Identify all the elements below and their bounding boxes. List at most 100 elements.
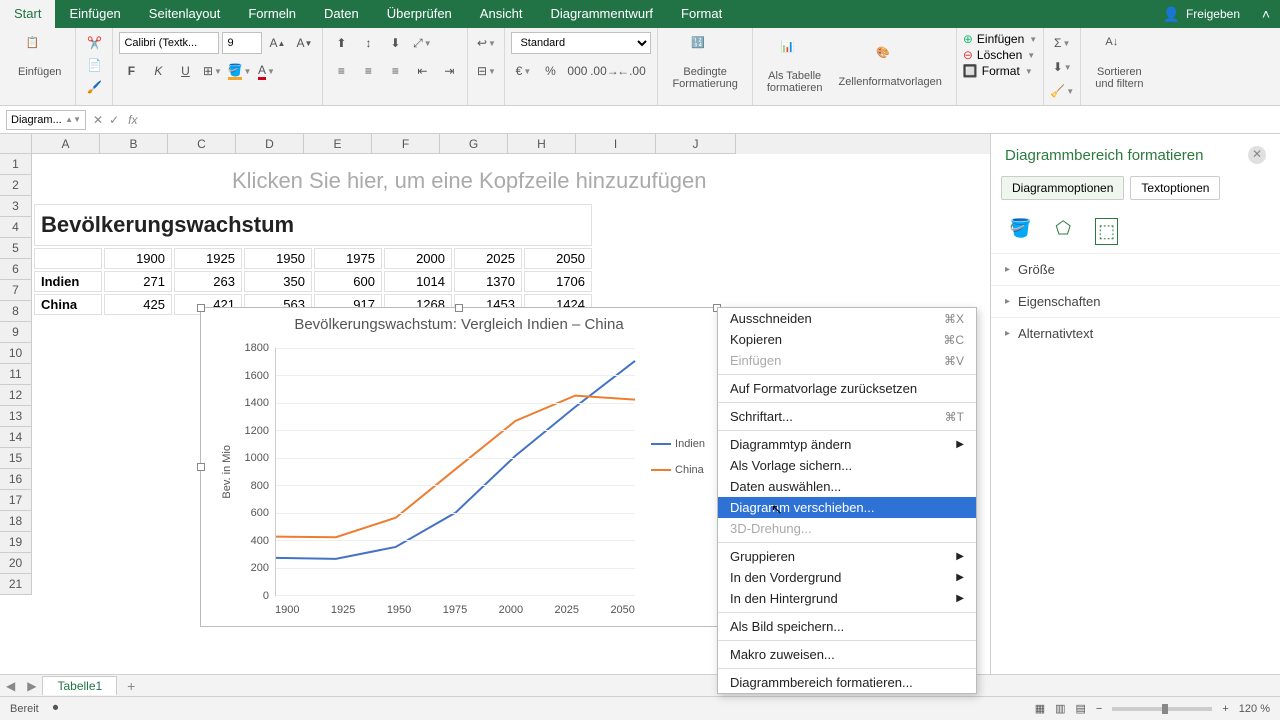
menu-item[interactable]: Kopieren⌘C bbox=[718, 329, 976, 350]
tab-chart-options[interactable]: Diagrammoptionen bbox=[1001, 176, 1124, 200]
menu-item[interactable]: Makro zuweisen... bbox=[718, 644, 976, 665]
sort-filter-button[interactable]: A↓Sortieren und filtern bbox=[1087, 32, 1151, 94]
row-header-17[interactable]: 17 bbox=[0, 490, 32, 511]
legend-item[interactable]: Indien bbox=[651, 438, 705, 450]
italic-button[interactable]: K bbox=[146, 60, 170, 82]
row-header-16[interactable]: 16 bbox=[0, 469, 32, 490]
menu-item[interactable]: Ausschneiden⌘X bbox=[718, 308, 976, 329]
conditional-formatting-button[interactable]: 🔢Bedingte Formatierung bbox=[664, 32, 745, 94]
orientation-icon[interactable]: ⤢▼ bbox=[410, 32, 434, 54]
col-header-B[interactable]: B bbox=[100, 134, 168, 154]
col-header-G[interactable]: G bbox=[440, 134, 508, 154]
row-header-11[interactable]: 11 bbox=[0, 364, 32, 385]
confirm-icon[interactable]: ✓ bbox=[109, 113, 119, 127]
col-header-E[interactable]: E bbox=[304, 134, 372, 154]
menu-item[interactable]: Diagrammtyp ändern▶ bbox=[718, 434, 976, 455]
autosum-icon[interactable]: Σ▼ bbox=[1050, 32, 1074, 54]
menu-item[interactable]: Als Bild speichern... bbox=[718, 616, 976, 637]
row-header-2[interactable]: 2 bbox=[0, 175, 32, 196]
ribbon-tab-daten[interactable]: Daten bbox=[310, 0, 373, 28]
row-header-20[interactable]: 20 bbox=[0, 553, 32, 574]
zoom-slider[interactable] bbox=[1112, 707, 1212, 711]
insert-cells-button[interactable]: ⊕Einfügen▼ bbox=[963, 32, 1037, 46]
zoom-out-icon[interactable]: − bbox=[1096, 703, 1102, 715]
fill-color-button[interactable]: 🪣▼ bbox=[227, 60, 251, 82]
prev-sheet-icon[interactable]: ◀ bbox=[0, 679, 21, 693]
menu-item[interactable]: Auf Formatvorlage zurücksetzen bbox=[718, 378, 976, 399]
menu-item[interactable]: In den Vordergrund▶ bbox=[718, 567, 976, 588]
menu-item[interactable]: Als Vorlage sichern... bbox=[718, 455, 976, 476]
add-sheet-icon[interactable]: + bbox=[117, 678, 145, 694]
row-header-12[interactable]: 12 bbox=[0, 385, 32, 406]
align-top-icon[interactable]: ⬆ bbox=[329, 32, 353, 54]
col-header-D[interactable]: D bbox=[236, 134, 304, 154]
row-header-14[interactable]: 14 bbox=[0, 427, 32, 448]
paste-button[interactable]: 📋 Einfügen bbox=[10, 32, 69, 82]
formula-input[interactable] bbox=[143, 110, 1280, 130]
row-header-13[interactable]: 13 bbox=[0, 406, 32, 427]
format-painter-icon[interactable]: 🖌️ bbox=[82, 76, 106, 98]
size-properties-icon[interactable]: ⬚ bbox=[1095, 218, 1118, 245]
row-header-19[interactable]: 19 bbox=[0, 532, 32, 553]
view-normal-icon[interactable]: ▦ bbox=[1035, 702, 1045, 715]
collapse-ribbon-icon[interactable]: ˄ bbox=[1262, 6, 1270, 22]
increase-indent-icon[interactable]: ⇥ bbox=[437, 60, 461, 82]
merge-cells-icon[interactable]: ⊟▼ bbox=[474, 60, 498, 82]
clear-icon[interactable]: 🧹▼ bbox=[1050, 80, 1074, 102]
view-page-break-icon[interactable]: ▤ bbox=[1076, 702, 1086, 715]
col-header-A[interactable]: A bbox=[32, 134, 100, 154]
decrease-decimal-icon[interactable]: ←.00 bbox=[619, 60, 643, 82]
fill-icon[interactable]: ⬇▼ bbox=[1050, 56, 1074, 78]
row-header-21[interactable]: 21 bbox=[0, 574, 32, 595]
close-pane-icon[interactable]: ✕ bbox=[1248, 146, 1266, 164]
ribbon-tab-seitenlayout[interactable]: Seitenlayout bbox=[135, 0, 235, 28]
cut-icon[interactable]: ✂️ bbox=[82, 32, 106, 54]
legend-item[interactable]: China bbox=[651, 464, 705, 476]
macro-record-icon[interactable]: ⏺ bbox=[53, 702, 59, 715]
ribbon-tab-format[interactable]: Format bbox=[667, 0, 736, 28]
share-button[interactable]: Freigeben bbox=[1163, 6, 1240, 23]
shrink-font-icon[interactable]: A▼ bbox=[292, 32, 316, 54]
select-all-corner[interactable] bbox=[0, 134, 32, 154]
decrease-indent-icon[interactable]: ⇤ bbox=[410, 60, 434, 82]
wrap-text-icon[interactable]: ↩▼ bbox=[474, 32, 498, 54]
chart-title[interactable]: Bevölkerungswachstum: Vergleich Indien –… bbox=[201, 316, 717, 333]
row-header-3[interactable]: 3 bbox=[0, 196, 32, 217]
increase-decimal-icon[interactable]: .00→ bbox=[592, 60, 616, 82]
zoom-in-icon[interactable]: + bbox=[1222, 703, 1228, 715]
effects-icon[interactable]: ⬠ bbox=[1055, 218, 1071, 245]
cell-styles-button[interactable]: 🎨Zellenformatvorlagen bbox=[831, 32, 950, 101]
format-cells-button[interactable]: 🔲Format▼ bbox=[963, 64, 1033, 78]
menu-item[interactable]: Gruppieren▶ bbox=[718, 546, 976, 567]
border-button[interactable]: ⊞▼ bbox=[200, 60, 224, 82]
fx-icon[interactable]: fx bbox=[128, 113, 137, 127]
name-box[interactable]: Diagram...▲▼ bbox=[6, 110, 86, 130]
ribbon-tab-ansicht[interactable]: Ansicht bbox=[466, 0, 537, 28]
font-color-button[interactable]: A▼ bbox=[254, 60, 278, 82]
row-header-10[interactable]: 10 bbox=[0, 343, 32, 364]
align-right-icon[interactable]: ≡ bbox=[383, 60, 407, 82]
bold-button[interactable]: F bbox=[119, 60, 143, 82]
menu-item[interactable]: Schriftart...⌘T bbox=[718, 406, 976, 427]
zoom-level[interactable]: 120 % bbox=[1239, 703, 1270, 715]
cancel-icon[interactable]: ✕ bbox=[93, 113, 103, 127]
next-sheet-icon[interactable]: ▶ bbox=[21, 679, 42, 693]
row-header-18[interactable]: 18 bbox=[0, 511, 32, 532]
sheet-tab[interactable]: Tabelle1 bbox=[42, 676, 117, 695]
menu-item[interactable]: Daten auswählen... bbox=[718, 476, 976, 497]
panel-section[interactable]: Eigenschaften bbox=[991, 285, 1280, 317]
panel-section[interactable]: Größe bbox=[991, 253, 1280, 285]
number-format-select[interactable]: Standard bbox=[511, 32, 651, 54]
align-bottom-icon[interactable]: ⬇ bbox=[383, 32, 407, 54]
row-header-15[interactable]: 15 bbox=[0, 448, 32, 469]
view-page-layout-icon[interactable]: ▥ bbox=[1055, 702, 1065, 715]
ribbon-tab-start[interactable]: Start bbox=[0, 0, 55, 28]
grow-font-icon[interactable]: A▲ bbox=[265, 32, 289, 54]
font-name-select[interactable] bbox=[119, 32, 219, 54]
col-header-H[interactable]: H bbox=[508, 134, 576, 154]
format-as-table-button[interactable]: 📊Als Tabelle formatieren bbox=[759, 32, 831, 101]
col-header-I[interactable]: I bbox=[576, 134, 656, 154]
menu-item[interactable]: Diagrammbereich formatieren... bbox=[718, 672, 976, 693]
ribbon-tab-diagrammentwurf[interactable]: Diagrammentwurf bbox=[536, 0, 667, 28]
header-placeholder[interactable]: Klicken Sie hier, um eine Kopfzeile hinz… bbox=[232, 168, 707, 194]
